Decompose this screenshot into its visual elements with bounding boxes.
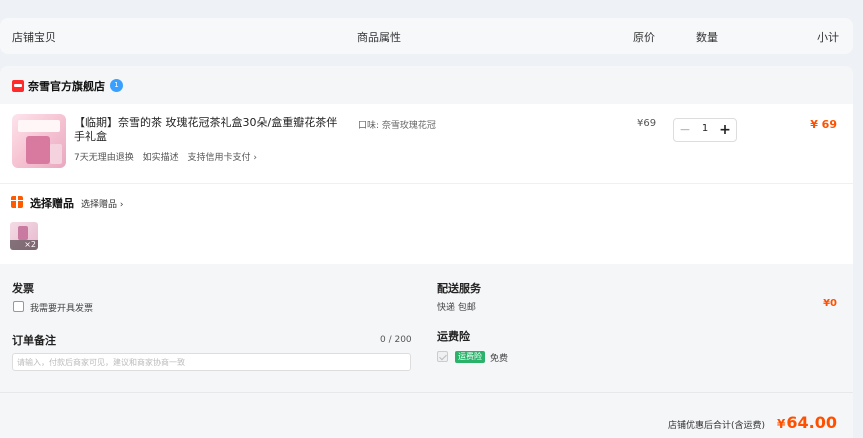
order-item-row: 【临期】奈雪的茶 玫瑰花冠茶礼盒30朵/盒重瓣花茶伴手礼盒 7天无理由退换 如实… (0, 104, 853, 184)
decrease-button[interactable]: − (675, 120, 695, 140)
column-header-item: 店铺宝贝 (12, 31, 56, 44)
column-header-attr: 商品属性 (357, 31, 401, 44)
chat-badge-icon[interactable]: 1 (110, 79, 123, 92)
service-tag-credit-card[interactable]: 支持信用卡支付 › (188, 153, 257, 163)
currency-symbol: ¥ (777, 417, 786, 431)
insurance-tag: 运费险 (455, 351, 485, 363)
quantity-stepper: − 1 + (673, 118, 737, 142)
order-table-header: 店铺宝贝 商品属性 原价 数量 小计 (0, 18, 853, 54)
item-subtotal: ¥ 69 (810, 118, 837, 131)
gift-title: 选择赠品 (30, 197, 74, 210)
gift-icon (11, 196, 23, 208)
insurance-checkbox[interactable] (437, 351, 448, 362)
order-note-counter: 0 / 200 (380, 335, 412, 345)
delivery-title: 配送服务 (437, 282, 481, 295)
shop-total-row: 店铺优惠后合计(含运费) ¥64.00 (0, 392, 853, 438)
insurance-title: 运费险 (437, 330, 470, 343)
column-header-subtotal: 小计 (817, 31, 839, 44)
increase-button[interactable]: + (715, 120, 735, 140)
shop-header: 奈雪官方旗舰店 1 (0, 66, 853, 104)
tmall-shop-icon (12, 80, 24, 92)
invoice-checkbox-label[interactable]: 我需要开具发票 (30, 301, 93, 314)
product-thumbnail[interactable] (12, 114, 66, 168)
invoice-checkbox[interactable] (13, 301, 24, 312)
gift-count-badge: ×2 (10, 240, 38, 250)
total-amount: ¥64.00 (777, 413, 837, 432)
delivery-method: 快递 包邮 (437, 303, 476, 313)
choose-gift-link[interactable]: 选择赠品 › (81, 197, 123, 210)
service-tags: 7天无理由退换 如实描述 支持信用卡支付 › (74, 150, 263, 163)
insurance-free-label: 免费 (490, 354, 509, 364)
column-header-price: 原价 (633, 31, 655, 44)
total-label: 店铺优惠后合计(含运费) (667, 421, 765, 431)
gift-section: 选择赠品 选择赠品 › ×2 (0, 184, 853, 264)
original-price: ¥69 (637, 118, 657, 129)
total-value: 64.00 (786, 413, 837, 432)
delivery-price: ¥0 (823, 298, 837, 309)
service-tag-return: 7天无理由退换 (74, 153, 134, 163)
order-note-input[interactable] (12, 353, 411, 371)
quantity-value[interactable]: 1 (696, 123, 714, 134)
column-header-qty: 数量 (696, 31, 718, 44)
order-note-title: 订单备注 (12, 334, 56, 347)
shop-order-card: 奈雪官方旗舰店 1 【临期】奈雪的茶 玫瑰花冠茶礼盒30朵/盒重瓣花茶伴手礼盒 … (0, 66, 853, 438)
shop-name[interactable]: 奈雪官方旗舰店 (28, 78, 105, 94)
service-tag-described: 如实描述 (142, 153, 179, 163)
invoice-title: 发票 (12, 282, 34, 295)
product-title[interactable]: 【临期】奈雪的茶 玫瑰花冠茶礼盒30朵/盒重瓣花茶伴手礼盒 (74, 116, 344, 144)
checkout-page: 店铺宝贝 商品属性 原价 数量 小计 奈雪官方旗舰店 1 【临期】奈雪的茶 玫瑰… (0, 0, 863, 438)
product-attribute: 口味: 奈雪玫瑰花冠 (358, 121, 436, 131)
